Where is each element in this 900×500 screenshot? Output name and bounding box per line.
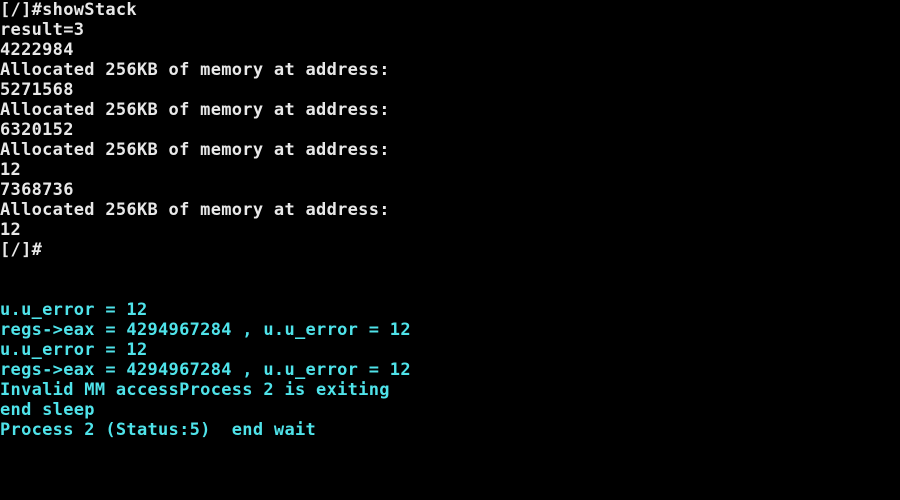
shell-command-line: [/]#showStack [0, 0, 137, 20]
shell-output-line: 6320152 [0, 120, 74, 140]
shell-output-line: Allocated 256KB of memory at address: [0, 100, 390, 120]
shell-output: [/]#showStack result=3 4222984 Allocated… [0, 0, 390, 260]
shell-output-line: 12 [0, 220, 22, 240]
shell-output-line: Allocated 256KB of memory at address: [0, 140, 390, 160]
shell-output-line: Allocated 256KB of memory at address: [0, 60, 390, 80]
kernel-log-line: Invalid MM accessProcess 2 is exiting [0, 380, 390, 400]
kernel-log-line: end sleep [0, 400, 95, 420]
kernel-log-line: regs->eax = 4294967284 , u.u_error = 12 [0, 360, 411, 380]
kernel-log-line: regs->eax = 4294967284 , u.u_error = 12 [0, 320, 411, 340]
shell-output-line: result=3 [0, 20, 85, 40]
kernel-log-line: Process 2 (Status:5) end wait [0, 420, 317, 440]
shell-output-line: 4222984 [0, 40, 74, 60]
kernel-log-line: u.u_error = 12 [0, 340, 148, 360]
shell-output-line: Allocated 256KB of memory at address: [0, 200, 390, 220]
shell-output-line: 12 [0, 160, 22, 180]
shell-output-line: 7368736 [0, 180, 74, 200]
shell-output-line: 5271568 [0, 80, 74, 100]
terminal-screen[interactable]: [/]#showStack result=3 4222984 Allocated… [0, 0, 900, 500]
kernel-log-line: u.u_error = 12 [0, 300, 148, 320]
shell-prompt[interactable]: [/]# [0, 240, 390, 260]
kernel-log: u.u_error = 12 regs->eax = 4294967284 , … [0, 300, 411, 440]
